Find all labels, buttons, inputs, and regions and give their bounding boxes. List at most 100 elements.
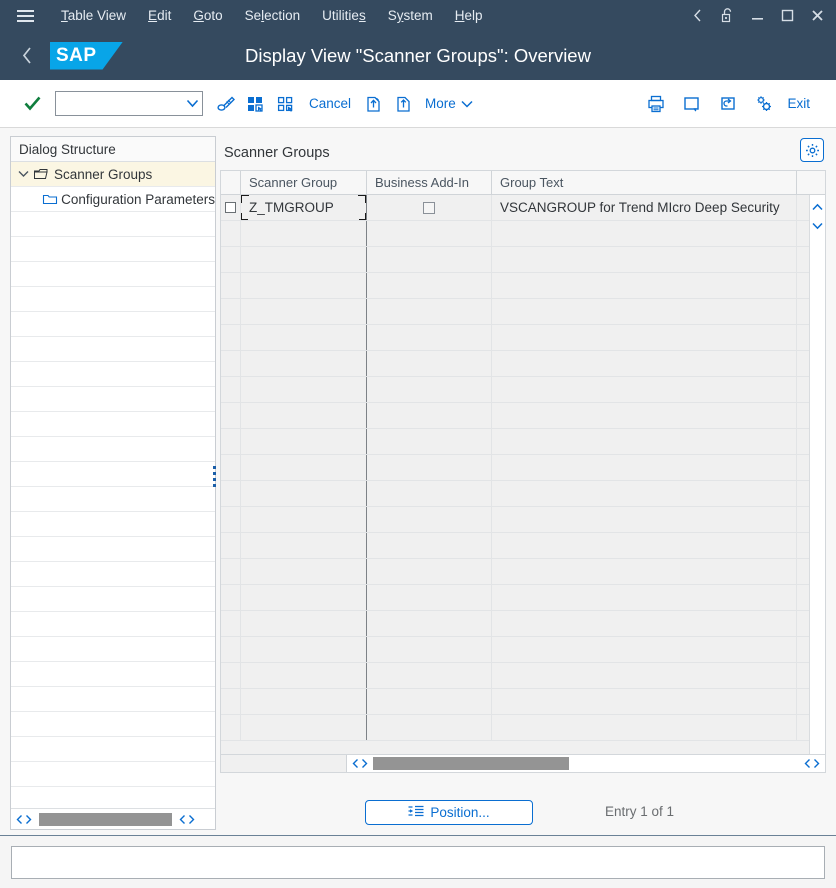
table-empty-row[interactable] — [221, 403, 825, 429]
table-empty-cell[interactable] — [367, 481, 492, 506]
table-empty-cell[interactable] — [492, 715, 797, 740]
table-empty-cell[interactable] — [221, 403, 241, 428]
menu-item-help[interactable]: Help — [444, 4, 494, 27]
table-empty-cell[interactable] — [241, 455, 367, 480]
panel-splitter[interactable] — [211, 136, 219, 830]
back-chevron-icon[interactable] — [682, 0, 712, 31]
table-empty-cell[interactable] — [492, 689, 797, 714]
table-empty-cell[interactable] — [241, 325, 367, 350]
scroll-left-right-icon[interactable] — [11, 814, 37, 825]
table-empty-cell[interactable] — [367, 533, 492, 558]
chevron-down-icon[interactable] — [182, 99, 202, 108]
table-empty-row[interactable] — [221, 689, 825, 715]
table-empty-row[interactable] — [221, 429, 825, 455]
table-empty-row[interactable] — [221, 455, 825, 481]
cell-group-text[interactable]: VSCANGROUP for Trend MIcro Deep Security — [492, 195, 797, 220]
table-empty-cell[interactable] — [492, 299, 797, 324]
menu-item-goto[interactable]: Goto — [182, 4, 233, 27]
table-empty-cell[interactable] — [367, 429, 492, 454]
table-empty-cell[interactable] — [221, 247, 241, 272]
menu-item-table-view[interactable]: Table View — [50, 4, 137, 27]
table-empty-cell[interactable] — [492, 455, 797, 480]
table-empty-cell[interactable] — [492, 663, 797, 688]
table-empty-row[interactable] — [221, 273, 825, 299]
table-empty-cell[interactable] — [221, 273, 241, 298]
position-button[interactable]: Position... — [365, 800, 533, 825]
table-empty-cell[interactable] — [241, 429, 367, 454]
table-horizontal-scrollbar[interactable] — [220, 754, 826, 773]
chevron-down-icon[interactable] — [15, 170, 31, 178]
table-empty-cell[interactable] — [367, 377, 492, 402]
tree-item-scanner-groups[interactable]: Scanner Groups — [11, 162, 215, 187]
hscroll-track[interactable] — [347, 755, 825, 772]
table-empty-cell[interactable] — [367, 325, 492, 350]
table-empty-cell[interactable] — [367, 663, 492, 688]
table-empty-cell[interactable] — [367, 559, 492, 584]
table-empty-cell[interactable] — [492, 221, 797, 246]
table-vertical-scrollbar[interactable] — [809, 195, 825, 754]
table-empty-cell[interactable] — [492, 585, 797, 610]
sap-logo[interactable]: SAP — [50, 42, 123, 70]
close-icon[interactable] — [802, 0, 832, 31]
minimize-icon[interactable] — [742, 0, 772, 31]
print-icon[interactable] — [641, 89, 671, 119]
scroll-left-right-icon[interactable] — [799, 758, 825, 769]
table-empty-cell[interactable] — [221, 351, 241, 376]
table-empty-cell[interactable] — [241, 403, 367, 428]
table-empty-cell[interactable] — [492, 637, 797, 662]
table-empty-cell[interactable] — [492, 611, 797, 636]
shellbar-back-chevron-icon[interactable] — [10, 31, 44, 80]
scroll-up-icon[interactable] — [812, 198, 823, 216]
table-empty-row[interactable] — [221, 299, 825, 325]
table-empty-cell[interactable] — [367, 247, 492, 272]
table-empty-cell[interactable] — [241, 481, 367, 506]
table-empty-row[interactable] — [221, 533, 825, 559]
table-row[interactable]: Z_TMGROUP VSCANGROUP for Trend MIcro Dee… — [221, 195, 825, 221]
cell-business-addin[interactable] — [367, 195, 492, 220]
table-empty-cell[interactable] — [221, 455, 241, 480]
table-empty-row[interactable] — [221, 351, 825, 377]
table-empty-cell[interactable] — [221, 637, 241, 662]
column-header-select-all[interactable] — [221, 171, 241, 194]
table-empty-cell[interactable] — [241, 559, 367, 584]
table-empty-row[interactable] — [221, 377, 825, 403]
table-empty-cell[interactable] — [241, 585, 367, 610]
green-check-icon[interactable] — [20, 92, 44, 116]
table-empty-cell[interactable] — [241, 611, 367, 636]
table-empty-cell[interactable] — [367, 273, 492, 298]
table-empty-cell[interactable] — [221, 689, 241, 714]
table-empty-row[interactable] — [221, 637, 825, 663]
table-empty-cell[interactable] — [221, 559, 241, 584]
cell-scanner-group[interactable]: Z_TMGROUP — [241, 195, 367, 220]
table-empty-row[interactable] — [221, 247, 825, 273]
transport-icon[interactable] — [359, 89, 389, 119]
table-empty-cell[interactable] — [492, 351, 797, 376]
left-panel-horizontal-scrollbar[interactable] — [11, 808, 215, 829]
table-empty-row[interactable] — [221, 611, 825, 637]
column-header-business-addin[interactable]: Business Add-In — [367, 171, 492, 194]
table-empty-cell[interactable] — [367, 611, 492, 636]
hamburger-icon[interactable] — [8, 0, 42, 31]
table-empty-cell[interactable] — [241, 689, 367, 714]
table-empty-row[interactable] — [221, 481, 825, 507]
table-empty-cell[interactable] — [367, 221, 492, 246]
table-empty-cell[interactable] — [221, 611, 241, 636]
table-empty-cell[interactable] — [367, 403, 492, 428]
table-empty-cell[interactable] — [367, 585, 492, 610]
table-empty-row[interactable] — [221, 325, 825, 351]
table-empty-cell[interactable] — [492, 429, 797, 454]
maximize-icon[interactable] — [772, 0, 802, 31]
table-empty-cell[interactable] — [241, 533, 367, 558]
table-empty-cell[interactable] — [492, 403, 797, 428]
table-empty-cell[interactable] — [241, 351, 367, 376]
table-empty-row[interactable] — [221, 507, 825, 533]
table-empty-cell[interactable] — [492, 559, 797, 584]
create-session-icon[interactable] — [677, 89, 707, 119]
table-empty-cell[interactable] — [221, 715, 241, 740]
menu-item-selection[interactable]: Selection — [234, 4, 312, 27]
table-empty-cell[interactable] — [241, 377, 367, 402]
table-empty-cell[interactable] — [367, 455, 492, 480]
scroll-down-icon[interactable] — [812, 217, 823, 235]
table-empty-cell[interactable] — [241, 221, 367, 246]
tree-item-configuration-parameters[interactable]: Configuration Parameters — [11, 187, 215, 212]
